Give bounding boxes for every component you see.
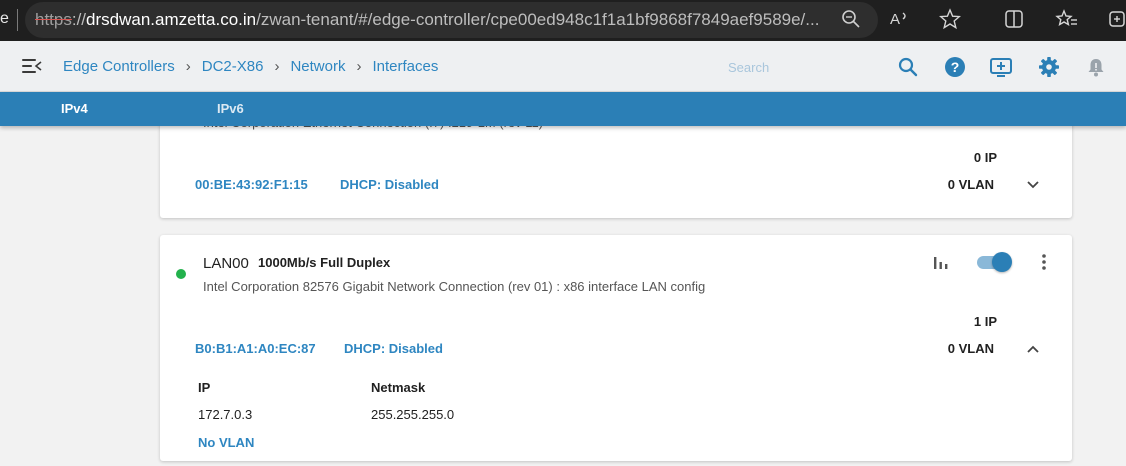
split-screen-icon[interactable] — [1002, 8, 1026, 32]
settings-gear-icon[interactable] — [1038, 56, 1060, 78]
tab-edge-text: e — [0, 10, 9, 27]
breadcrumb-device[interactable]: DC2-X86 — [202, 58, 264, 75]
vlan-count: 0 VLAN — [947, 177, 994, 192]
mac-address: 00:BE:43:92:F1:15 — [195, 177, 308, 192]
url-text[interactable]: https://drsdwan.amzetta.co.in/zwan-tenan… — [35, 10, 835, 30]
ip-version-tabs: IPv4 IPv6 — [0, 92, 1126, 126]
netmask-value: 255.255.255.0 — [371, 407, 455, 422]
zoom-icon[interactable] — [839, 9, 863, 33]
interface-speed: 1000Mb/s Full Duplex — [258, 255, 391, 270]
interface-name: LAN00 — [203, 255, 249, 272]
netmask-column-header: Netmask — [371, 380, 426, 395]
interface-description: Intel Corporation 82576 Gigabit Network … — [203, 279, 706, 294]
ip-count: 1 IP — [973, 314, 997, 329]
url-path: /zwan-tenant/#/edge-controller/cpe00ed94… — [256, 10, 820, 29]
menu-collapse-icon[interactable] — [22, 59, 42, 73]
breadcrumb-separator: › — [274, 58, 280, 75]
tab-ipv6[interactable]: IPv6 — [217, 101, 244, 116]
expand-chevron-down-icon[interactable] — [1025, 177, 1041, 193]
url-scheme: https — [35, 10, 72, 29]
breadcrumb-separator: › — [356, 58, 362, 75]
vlan-count: 0 VLAN — [947, 341, 994, 356]
svg-text:A: A — [890, 11, 900, 28]
url-host: drsdwan.amzetta.co.in — [86, 10, 257, 29]
notification-bell-icon[interactable] — [1085, 56, 1107, 78]
app-header: Edge Controllers › DC2-X86 › Network › Interfa… — [0, 41, 1126, 92]
address-bar[interactable]: https://drsdwan.amzetta.co.in/zwan-tenan… — [25, 2, 878, 38]
browser-toolbar: e https://drsdwan.amzetta.co.in/zwan-ten… — [0, 0, 1126, 41]
ip-count: 0 IP — [973, 150, 997, 165]
search-input[interactable] — [720, 54, 885, 80]
collections-icon[interactable] — [1106, 8, 1126, 32]
help-icon[interactable]: ? — [944, 56, 966, 78]
toolbar-divider — [17, 9, 18, 31]
add-screen-icon[interactable] — [989, 56, 1013, 78]
dhcp-status: DHCP: Disabled — [340, 177, 439, 192]
vlan-status: No VLAN — [198, 435, 255, 450]
breadcrumb-separator: › — [185, 58, 191, 75]
tab-ipv4[interactable]: IPv4 — [61, 101, 88, 116]
toggle-knob — [992, 252, 1012, 272]
dhcp-status: DHCP: Disabled — [344, 341, 443, 356]
read-aloud-icon[interactable]: A — [888, 8, 912, 32]
breadcrumb-interfaces[interactable]: Interfaces — [372, 58, 438, 75]
url-scheme-separator: :// — [71, 10, 87, 29]
more-options-kebab-icon[interactable] — [1038, 253, 1050, 271]
breadcrumb-edge-controllers[interactable]: Edge Controllers — [63, 58, 175, 75]
favorites-list-icon[interactable] — [1055, 8, 1079, 32]
status-indicator-up — [176, 269, 186, 279]
bar-chart-stats-icon[interactable] — [932, 253, 950, 271]
interface-enable-toggle[interactable] — [975, 252, 1013, 272]
favorite-star-icon[interactable] — [938, 8, 962, 32]
search-icon[interactable] — [897, 56, 919, 78]
mac-address: B0:B1:A1:A0:EC:87 — [195, 341, 316, 356]
svg-text:?: ? — [951, 59, 960, 75]
ip-column-header: IP — [198, 380, 211, 395]
collapse-chevron-up-icon[interactable] — [1025, 341, 1041, 357]
breadcrumb-network[interactable]: Network — [290, 58, 345, 75]
ip-address-value: 172.7.0.3 — [198, 407, 253, 422]
interface-card: LAN00 1000Mb/s Full Duplex Intel Corpora… — [160, 235, 1072, 461]
breadcrumb: Edge Controllers › DC2-X86 › Network › Interfa… — [63, 58, 438, 75]
